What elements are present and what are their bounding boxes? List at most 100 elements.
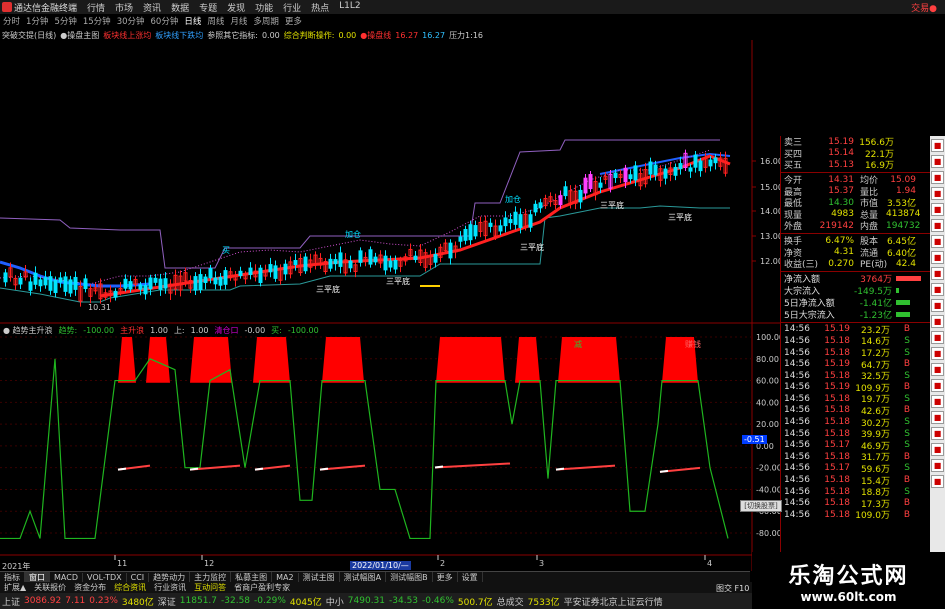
menu-item-2[interactable]: 资讯 xyxy=(138,1,166,14)
menu-item-6[interactable]: 功能 xyxy=(250,1,278,14)
extension-tab-6[interactable]: 省商户盈利专家 xyxy=(230,582,294,593)
menu-item-5[interactable]: 发现 xyxy=(222,1,250,14)
menu-item-1[interactable]: 市场 xyxy=(110,1,138,14)
toolbar-button-22[interactable]: ■ xyxy=(931,475,944,488)
menu-item-4[interactable]: 专题 xyxy=(194,1,222,14)
toolbar-button-8[interactable]: ■ xyxy=(931,251,944,264)
toolbar-button-3[interactable]: ■ xyxy=(931,171,944,184)
indicator-tab-7[interactable]: 私募主图 xyxy=(231,572,273,582)
tick-side: B xyxy=(903,382,910,393)
extension-tab-4[interactable]: 行业资讯 xyxy=(150,582,190,593)
period-tab-10[interactable]: 更多 xyxy=(282,15,305,27)
price-axis-label: 12.00 xyxy=(760,257,780,266)
toolbar-button-5[interactable]: ■ xyxy=(931,203,944,216)
extension-tab-5[interactable]: 互动问答 xyxy=(190,582,230,593)
toolbar-button-15[interactable]: ■ xyxy=(931,363,944,376)
period-tab-4[interactable]: 30分钟 xyxy=(114,15,148,27)
toolbar-button-2[interactable]: ■ xyxy=(931,155,944,168)
indicator-tab-2[interactable]: MACD xyxy=(50,572,83,582)
indicator-tab-3[interactable]: VOL-TDX xyxy=(83,572,127,582)
indicator-top-mark: 减 xyxy=(574,339,582,349)
capital-flow-row: 大宗流入 -149.5万 xyxy=(781,285,930,297)
period-tab-1[interactable]: 1分钟 xyxy=(23,15,51,27)
tick-price: 15.18 xyxy=(824,347,850,358)
toolbar-button-14[interactable]: ■ xyxy=(931,347,944,360)
candle-body xyxy=(333,259,338,265)
period-tab-8[interactable]: 月线 xyxy=(227,15,250,27)
time-axis-label: 4 xyxy=(707,559,712,568)
status-item: 0.23% xyxy=(89,596,118,606)
menu-item-8[interactable]: 热点 xyxy=(306,1,334,14)
indicator-tab-8[interactable]: MA2 xyxy=(272,572,299,582)
switch-stock-popup[interactable]: [切换股票] xyxy=(740,500,782,512)
indicator-tab-12[interactable]: 更多 xyxy=(433,572,458,582)
candle-body xyxy=(38,279,43,287)
toolbar-button-9[interactable]: ■ xyxy=(931,267,944,280)
tick-price: 15.18 xyxy=(824,486,850,497)
indicator-tab-9[interactable]: 测试主图 xyxy=(299,572,340,582)
time-axis-label: 12 xyxy=(204,559,214,568)
period-tab-5[interactable]: 60分钟 xyxy=(148,15,182,27)
tick-side: S xyxy=(904,417,910,428)
indicator-tab-1[interactable]: 窗口 xyxy=(25,572,50,582)
menu-item-3[interactable]: 数据 xyxy=(166,1,194,14)
tick-price: 15.17 xyxy=(824,440,850,451)
extension-tab-0[interactable]: 扩展▲ xyxy=(0,582,30,593)
toolbar-button-19[interactable]: ■ xyxy=(931,427,944,440)
trade-button[interactable]: 交易● xyxy=(906,1,945,14)
period-tab-3[interactable]: 15分钟 xyxy=(80,15,114,27)
indicator-tab-11[interactable]: 测试幅图B xyxy=(386,572,433,582)
menu-item-0[interactable]: 行情 xyxy=(82,1,110,14)
candle-body xyxy=(68,279,73,294)
period-tab-6[interactable]: 日线 xyxy=(181,15,204,27)
buy-signal-mark: 加仓 xyxy=(505,194,521,204)
kline-chart[interactable]: 16.0015.0014.0013.0012.00100.0080.0060.0… xyxy=(0,40,780,571)
flow-label: 5日大宗流入 xyxy=(784,311,835,322)
toolbar-button-4[interactable]: ■ xyxy=(931,187,944,200)
low-price-label: 10.31 xyxy=(88,303,111,312)
indicator-tab-10[interactable]: 测试幅图A xyxy=(340,572,387,582)
candle-body xyxy=(528,214,533,228)
period-tab-0[interactable]: 分时 xyxy=(0,15,23,27)
menu-item-7[interactable]: 行业 xyxy=(278,1,306,14)
indicator-tab-0[interactable]: 指标 xyxy=(0,572,25,582)
indicator-tab-6[interactable]: 主力监控 xyxy=(190,572,232,582)
extension-tab-2[interactable]: 资金分布 xyxy=(70,582,110,593)
tick-time: 14:56 xyxy=(784,370,810,381)
indicator-tab-13[interactable]: 设置 xyxy=(458,572,483,582)
menu-item-9[interactable]: L1L2 xyxy=(334,1,365,14)
tick-time: 14:56 xyxy=(784,451,810,462)
tick-side: S xyxy=(904,393,910,404)
indicator-legend-item: 参照其它指标: xyxy=(207,30,258,40)
signal-dash-white xyxy=(555,467,565,471)
extension-tab-3[interactable]: 综合资讯 xyxy=(110,582,150,593)
toolbar-button-1[interactable]: ■ xyxy=(931,139,944,152)
toolbar-button-12[interactable]: ■ xyxy=(931,315,944,328)
toolbar-button-11[interactable]: ■ xyxy=(931,299,944,312)
status-item: 7490.31 xyxy=(347,596,386,606)
candle-body xyxy=(338,252,343,267)
tick-row: 14:56 15.18 30.2万 S xyxy=(781,416,930,429)
quote-panel: 卖三 15.19 156.6万 买四 15.14 22.1万 买五 15.13 16.9万 今开 1… xyxy=(780,136,930,582)
toolbar-button-6[interactable]: ■ xyxy=(931,219,944,232)
toolbar-button-20[interactable]: ■ xyxy=(931,443,944,456)
signal-dash-white xyxy=(117,467,127,471)
toolbar-button-17[interactable]: ■ xyxy=(931,395,944,408)
toolbar-button-13[interactable]: ■ xyxy=(931,331,944,344)
toolbar-button-21[interactable]: ■ xyxy=(931,459,944,472)
period-tab-2[interactable]: 5分钟 xyxy=(51,15,79,27)
period-tab-7[interactable]: 周线 xyxy=(204,15,227,27)
tick-time: 14:56 xyxy=(784,382,810,393)
app-icon xyxy=(2,2,12,12)
period-tab-9[interactable]: 多周期 xyxy=(250,15,282,27)
indicator-top-mark: 赚钱 xyxy=(685,339,701,349)
indicator-tab-4[interactable]: CCI xyxy=(127,572,150,582)
candle-body xyxy=(273,265,278,279)
toolbar-button-7[interactable]: ■ xyxy=(931,235,944,248)
toolbar-button-16[interactable]: ■ xyxy=(931,379,944,392)
toolbar-button-10[interactable]: ■ xyxy=(931,283,944,296)
extension-tab-1[interactable]: 关联报价 xyxy=(30,582,70,593)
candle-body xyxy=(678,163,683,170)
indicator-tab-5[interactable]: 趋势动力 xyxy=(149,572,191,582)
toolbar-button-18[interactable]: ■ xyxy=(931,411,944,424)
